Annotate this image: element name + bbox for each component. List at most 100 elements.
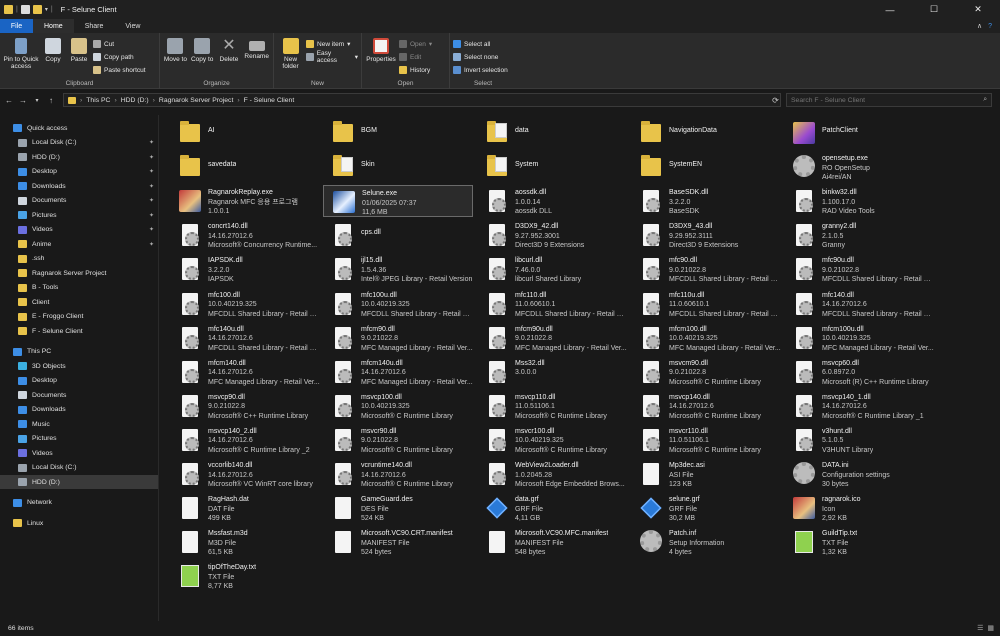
file-item[interactable]: vccorlib140.dll 14.16.27012.6 Microsoft® V…: [170, 458, 320, 490]
invert-selection-button[interactable]: Invert selection: [453, 65, 508, 75]
file-item[interactable]: Patch.inf Setup Information 4 bytes: [631, 526, 781, 558]
new-folder-icon[interactable]: [32, 5, 42, 14]
sidebar-item[interactable]: Quick access: [0, 121, 158, 135]
sidebar-item[interactable]: .ssh: [0, 252, 158, 266]
file-item[interactable]: PatchClient: [784, 117, 934, 149]
file-item[interactable]: selune.grf GRF File 30,2 MB: [631, 492, 781, 524]
address-bar[interactable]: › This PC › HDD (D:) › Ragnarok Server P…: [63, 93, 781, 107]
file-item[interactable]: mfc100u.dll 10.0.40219.325 MFCDLL Shared L…: [323, 288, 473, 320]
file-item[interactable]: msvcr110.dll 11.0.51106.1 Microsoft® C Run…: [631, 424, 781, 456]
sidebar-item[interactable]: Pictures ✦: [0, 208, 158, 222]
file-item[interactable]: IAPSDK.dll 3.2.2.0 IAPSDK: [170, 253, 320, 285]
sidebar-item[interactable]: 3D Objects: [0, 359, 158, 373]
file-item[interactable]: Mssfast.m3d M3D File 61,5 KB: [170, 526, 320, 558]
file-item[interactable]: mfcm90u.dll 9.0.21022.8 MFC Managed Librar…: [477, 322, 627, 354]
file-item[interactable]: data.grf GRF File 4,11 GB: [477, 492, 627, 524]
file-item[interactable]: msvcp90.dll 9.0.21022.8 Microsoft® C++ Run…: [170, 390, 320, 422]
file-item[interactable]: msvcr100.dll 10.0.40219.325 Microsoft® C R…: [477, 424, 627, 456]
file-item[interactable]: aossdk.dll 1.0.0.14 aossdk DLL: [477, 185, 627, 217]
file-item[interactable]: D3DX9_43.dll 9.29.952.3111 Direct3D 9 Exte…: [631, 219, 781, 251]
open-button[interactable]: Open ▾: [399, 39, 432, 49]
file-item[interactable]: mfcm90.dll 9.0.21022.8 MFC Managed Library…: [323, 322, 473, 354]
file-item[interactable]: D3DX9_42.dll 9.27.952.3001 Direct3D 9 Exte…: [477, 219, 627, 251]
maximize-button[interactable]: ☐: [912, 0, 956, 19]
file-item[interactable]: ijl15.dll 1.5.4.36 Intel® JPEG Library - R…: [323, 253, 473, 285]
file-item[interactable]: Microsoft.VC90.CRT.manifest MANIFEST File…: [323, 526, 473, 558]
file-item[interactable]: DATA.ini Configuration settings 30 bytes: [784, 458, 934, 490]
file-item[interactable]: mfc100.dll 10.0.40219.325 MFCDLL Shared Li…: [170, 288, 320, 320]
tab-home[interactable]: Home: [33, 19, 74, 33]
file-item[interactable]: mfc90u.dll 9.0.21022.8 MFCDLL Shared Libra…: [784, 253, 934, 285]
file-item[interactable]: mfc110u.dll 11.0.60610.1 MFCDLL Shared Lib…: [631, 288, 781, 320]
customize-toolbar-icon[interactable]: ▾: [45, 6, 48, 13]
file-item[interactable]: Selune.exe 01/06/2025 07:37 11,6 MB: [323, 185, 473, 218]
sidebar-item[interactable]: Pictures: [0, 432, 158, 446]
file-item[interactable]: msvcr90.dll 9.0.21022.8 Microsoft® C Runti…: [323, 424, 473, 456]
breadcrumb-selune[interactable]: F - Selune Client: [244, 97, 295, 104]
sidebar-item[interactable]: Ragnarok Server Project: [0, 266, 158, 280]
sidebar-item[interactable]: Music: [0, 417, 158, 431]
help-icon[interactable]: ?: [988, 23, 992, 30]
large-icons-view-icon[interactable]: ▦: [987, 624, 994, 632]
file-item[interactable]: WebView2Loader.dll 1.0.2045.28 Microsoft E…: [477, 458, 627, 490]
file-item[interactable]: NavigationData: [631, 117, 781, 149]
file-item[interactable]: mfcm140.dll 14.16.27012.6 MFC Managed Libr…: [170, 356, 320, 388]
file-item[interactable]: vcruntime140.dll 14.16.27012.6 Microsoft® …: [323, 458, 473, 490]
sidebar-item[interactable]: Videos ✦: [0, 223, 158, 237]
sidebar-item[interactable]: Desktop ✦: [0, 165, 158, 179]
breadcrumb-ragnarok[interactable]: Ragnarok Server Project: [159, 97, 233, 104]
file-item[interactable]: Mss32.dll 3.0.0.0: [477, 356, 627, 388]
file-item[interactable]: v3hunt.dll 5.1.0.5 V3HUNT Library: [784, 424, 934, 456]
file-item[interactable]: binkw32.dll 1.100.17.0 RAD Video Tools: [784, 185, 934, 217]
file-item[interactable]: msvcp110.dll 11.0.51106.1 Microsoft® C Run…: [477, 390, 627, 422]
sidebar-item[interactable]: Documents ✦: [0, 194, 158, 208]
back-arrow-icon[interactable]: ←: [2, 96, 16, 105]
file-item[interactable]: granny2.dll 2.1.0.5 Granny: [784, 219, 934, 251]
history-button[interactable]: History: [399, 65, 432, 75]
sidebar-item[interactable]: Downloads: [0, 403, 158, 417]
file-item[interactable]: msvcp60.dll 6.0.8972.0 Microsoft (R) C++ R…: [784, 356, 934, 388]
tab-file[interactable]: File: [0, 19, 33, 33]
details-view-icon[interactable]: ☰: [977, 624, 983, 632]
sidebar-item[interactable]: Local Disk (C:) ✦: [0, 136, 158, 150]
forward-arrow-icon[interactable]: →: [16, 96, 30, 105]
file-item[interactable]: mfcm100.dll 10.0.40219.325 MFC Managed Lib…: [631, 322, 781, 354]
file-item[interactable]: GuildTip.txt TXT File 1,32 KB: [784, 526, 934, 558]
collapse-ribbon-icon[interactable]: ∧: [977, 22, 982, 30]
refresh-icon[interactable]: ⟳: [770, 93, 781, 107]
paste-shortcut-button[interactable]: Paste shortcut: [93, 65, 146, 75]
copy-path-button[interactable]: Copy path: [93, 52, 146, 62]
file-item[interactable]: mfc90.dll 9.0.21022.8 MFCDLL Shared Librar…: [631, 253, 781, 285]
up-arrow-icon[interactable]: ↑: [44, 96, 58, 105]
file-item[interactable]: msvcp140_1.dll 14.16.27012.6 Microsoft® C …: [784, 390, 934, 422]
sidebar-item[interactable]: Desktop: [0, 374, 158, 388]
file-item[interactable]: ragnarok.ico Icon 2,92 KB: [784, 492, 934, 524]
sidebar-item[interactable]: Anime ✦: [0, 237, 158, 251]
file-item[interactable]: msvcp140_2.dll 14.16.27012.6 Microsoft® C …: [170, 424, 320, 456]
cut-button[interactable]: Cut: [93, 39, 146, 49]
file-item[interactable]: SystemEN: [631, 151, 781, 183]
select-all-button[interactable]: Select all: [453, 39, 508, 49]
file-item[interactable]: RagnarokReplay.exe Ragnarok MFC 응용 프로그램 1.…: [170, 185, 320, 217]
sidebar-item[interactable]: Local Disk (C:): [0, 461, 158, 475]
sidebar-item[interactable]: Documents: [0, 388, 158, 402]
file-item[interactable]: concrt140.dll 14.16.27012.6 Microsoft® Con…: [170, 219, 320, 251]
file-item[interactable]: opensetup.exe RO OpenSetup Ai4rei/AN: [784, 151, 934, 183]
sidebar-item[interactable]: E - Froggo Client: [0, 310, 158, 324]
properties-icon[interactable]: [20, 5, 30, 14]
file-item[interactable]: msvcm90.dll 9.0.21022.8 Microsoft® C Runti…: [631, 356, 781, 388]
breadcrumb-hdd[interactable]: HDD (D:): [121, 97, 149, 104]
minimize-button[interactable]: —: [868, 0, 912, 19]
sidebar-item[interactable]: This PC: [0, 345, 158, 359]
sidebar-item[interactable]: Network: [0, 496, 158, 510]
file-item[interactable]: Skin: [323, 151, 473, 183]
sidebar-item[interactable]: Videos: [0, 446, 158, 460]
new-item-button[interactable]: New item ▾: [306, 39, 358, 49]
tab-share[interactable]: Share: [74, 19, 115, 33]
select-none-button[interactable]: Select none: [453, 52, 508, 62]
search-box[interactable]: ⌕: [786, 93, 992, 107]
recent-locations-icon[interactable]: ▾: [30, 97, 44, 104]
sidebar-item[interactable]: HDD (D:) ✦: [0, 150, 158, 164]
file-item[interactable]: RagHash.dat DAT File 499 KB: [170, 492, 320, 524]
sidebar-item[interactable]: Client: [0, 295, 158, 309]
